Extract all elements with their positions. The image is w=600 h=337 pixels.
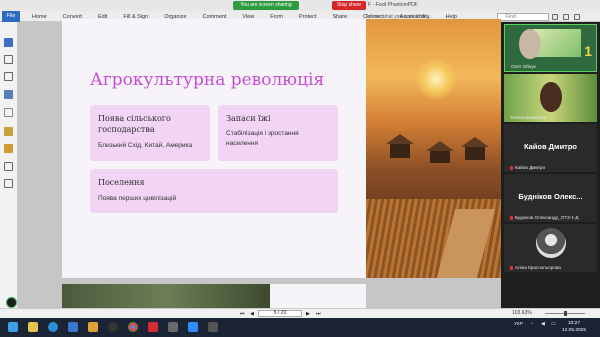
participant-name: Кайов Дмитро <box>510 165 545 170</box>
file-explorer-icon[interactable] <box>28 322 38 332</box>
security-icon[interactable] <box>4 127 13 136</box>
attachment-icon[interactable] <box>4 108 13 117</box>
maximize-icon[interactable] <box>574 14 580 20</box>
participant-display-name: Кайов Дмитро <box>523 142 578 151</box>
card-text: Поява перших цивілізацій <box>98 195 177 202</box>
hut-roof <box>461 137 489 147</box>
slide-illustration <box>366 19 501 278</box>
page-indicator[interactable]: 5 / 20 <box>258 310 302 317</box>
next-slide-preview <box>62 284 270 308</box>
participant-name: Аліна Краснопьорова <box>510 265 561 270</box>
app-title: F - Foxit PhantomPDF <box>368 2 418 8</box>
app-icon[interactable] <box>168 322 178 332</box>
taskbar: УКР ◔ ◀ ▭ 10:27 12.05.2025 <box>0 318 600 337</box>
edge-icon[interactable] <box>48 322 58 332</box>
hut <box>465 147 485 160</box>
mic-muted-icon <box>510 165 513 170</box>
last-page-icon[interactable]: ⏭ <box>316 311 321 317</box>
prev-page-icon[interactable]: ◀ <box>250 311 254 317</box>
participant-name: Тетяна Бокорова <box>510 115 547 120</box>
clock-date: 12.05.2025 <box>562 328 587 333</box>
participant-badge: 1 <box>584 43 592 59</box>
participant-name: Олег Обнук <box>511 64 536 69</box>
tab-home[interactable]: Home <box>24 14 55 20</box>
participant-name: Будніков Олександр_ОТЗ-1-Д <box>510 215 578 220</box>
pages-icon[interactable] <box>4 55 13 64</box>
card-title: Поява сільського господарства <box>98 114 171 134</box>
next-slide-preview-blank <box>270 284 366 308</box>
participant-display-name: Будніков Олекс... <box>518 192 583 201</box>
sun-illustration <box>416 59 456 99</box>
card-food-supply: Запаси їжі Стабілізація і зростання насе… <box>218 105 338 161</box>
ribbon-window-controls <box>552 14 580 20</box>
store-icon[interactable] <box>68 322 78 332</box>
participant-face <box>540 82 562 112</box>
card-settlements: Поселення Поява перших цивілізацій <box>90 169 338 213</box>
stop-share-button[interactable]: Stop share <box>332 1 366 10</box>
signature-icon[interactable] <box>4 162 13 171</box>
card-text: Близький Схід, Китай, Америка <box>98 142 193 149</box>
battery-icon[interactable]: ▭ <box>551 322 556 327</box>
card-text: Стабілізація і зростання населення <box>226 130 299 147</box>
find-input[interactable]: Find <box>497 13 549 21</box>
participant-tile[interactable]: 1 Олег Обнук <box>504 24 597 72</box>
file-tab[interactable]: File <box>2 11 20 22</box>
wifi-icon[interactable]: ◔ <box>530 322 533 327</box>
card-title: Запаси їжі <box>226 114 271 123</box>
title-bar: You are screen sharing Stop share F - Fo… <box>0 0 600 11</box>
participant-face <box>519 29 541 59</box>
card-agriculture: Поява сільського господарства Близький С… <box>90 105 210 161</box>
participant-photo <box>536 228 566 258</box>
participant-tile[interactable]: Тетяна Бокорова <box>504 74 597 122</box>
hut-roof <box>426 141 454 151</box>
system-clock[interactable]: 10:27 12.05.2025 <box>562 320 586 334</box>
settings-icon[interactable] <box>552 14 558 20</box>
hand-tool-icon[interactable] <box>4 38 13 47</box>
comments-icon[interactable] <box>4 72 13 81</box>
zoom-level: 103.63% <box>512 310 532 316</box>
hut <box>430 151 450 163</box>
slide-title: Агрокультурна революція <box>90 70 325 90</box>
layers-icon[interactable] <box>4 90 13 99</box>
hut <box>390 144 410 158</box>
zoom-slider-knob[interactable] <box>564 311 567 316</box>
meeting-participants-panel: 1 Олег Обнук Тетяна Бокорова Кайов Дмитр… <box>501 22 600 318</box>
participant-tile[interactable]: Будніков Олекс... Будніков Олександр_ОТЗ… <box>504 174 597 222</box>
card-title: Поселення <box>98 178 145 187</box>
screen-sharing-indicator: You are screen sharing <box>233 1 299 10</box>
lock-icon[interactable] <box>4 144 13 153</box>
mic-muted-icon <box>510 265 513 270</box>
app-icon[interactable] <box>208 322 218 332</box>
language-indicator[interactable]: УКР <box>514 322 523 327</box>
files-icon[interactable] <box>88 322 98 332</box>
chat-icon[interactable] <box>6 297 17 308</box>
hut-roof <box>386 134 414 144</box>
minimize-icon[interactable] <box>563 14 569 20</box>
tag-icon[interactable] <box>4 179 13 188</box>
participant-tile[interactable]: Аліна Краснопьорова <box>504 224 597 272</box>
left-toolbar <box>0 22 18 318</box>
participant-tile[interactable]: Кайов Дмитро Кайов Дмитро <box>504 124 597 172</box>
foxit-icon[interactable] <box>148 322 158 332</box>
zoom-app-icon[interactable] <box>188 322 198 332</box>
volume-icon[interactable]: ◀ <box>541 322 545 327</box>
clock-time: 10:27 <box>568 321 581 326</box>
status-bar: ⏮ ◀ 5 / 20 ▶ ⏭ 103.63% <box>0 308 600 318</box>
windows-start-icon[interactable] <box>8 322 18 332</box>
next-page-icon[interactable]: ▶ <box>306 311 310 317</box>
media-icon[interactable] <box>108 322 118 332</box>
chrome-icon[interactable] <box>128 322 138 332</box>
first-page-icon[interactable]: ⏮ <box>240 311 245 317</box>
mic-muted-icon <box>510 215 513 220</box>
